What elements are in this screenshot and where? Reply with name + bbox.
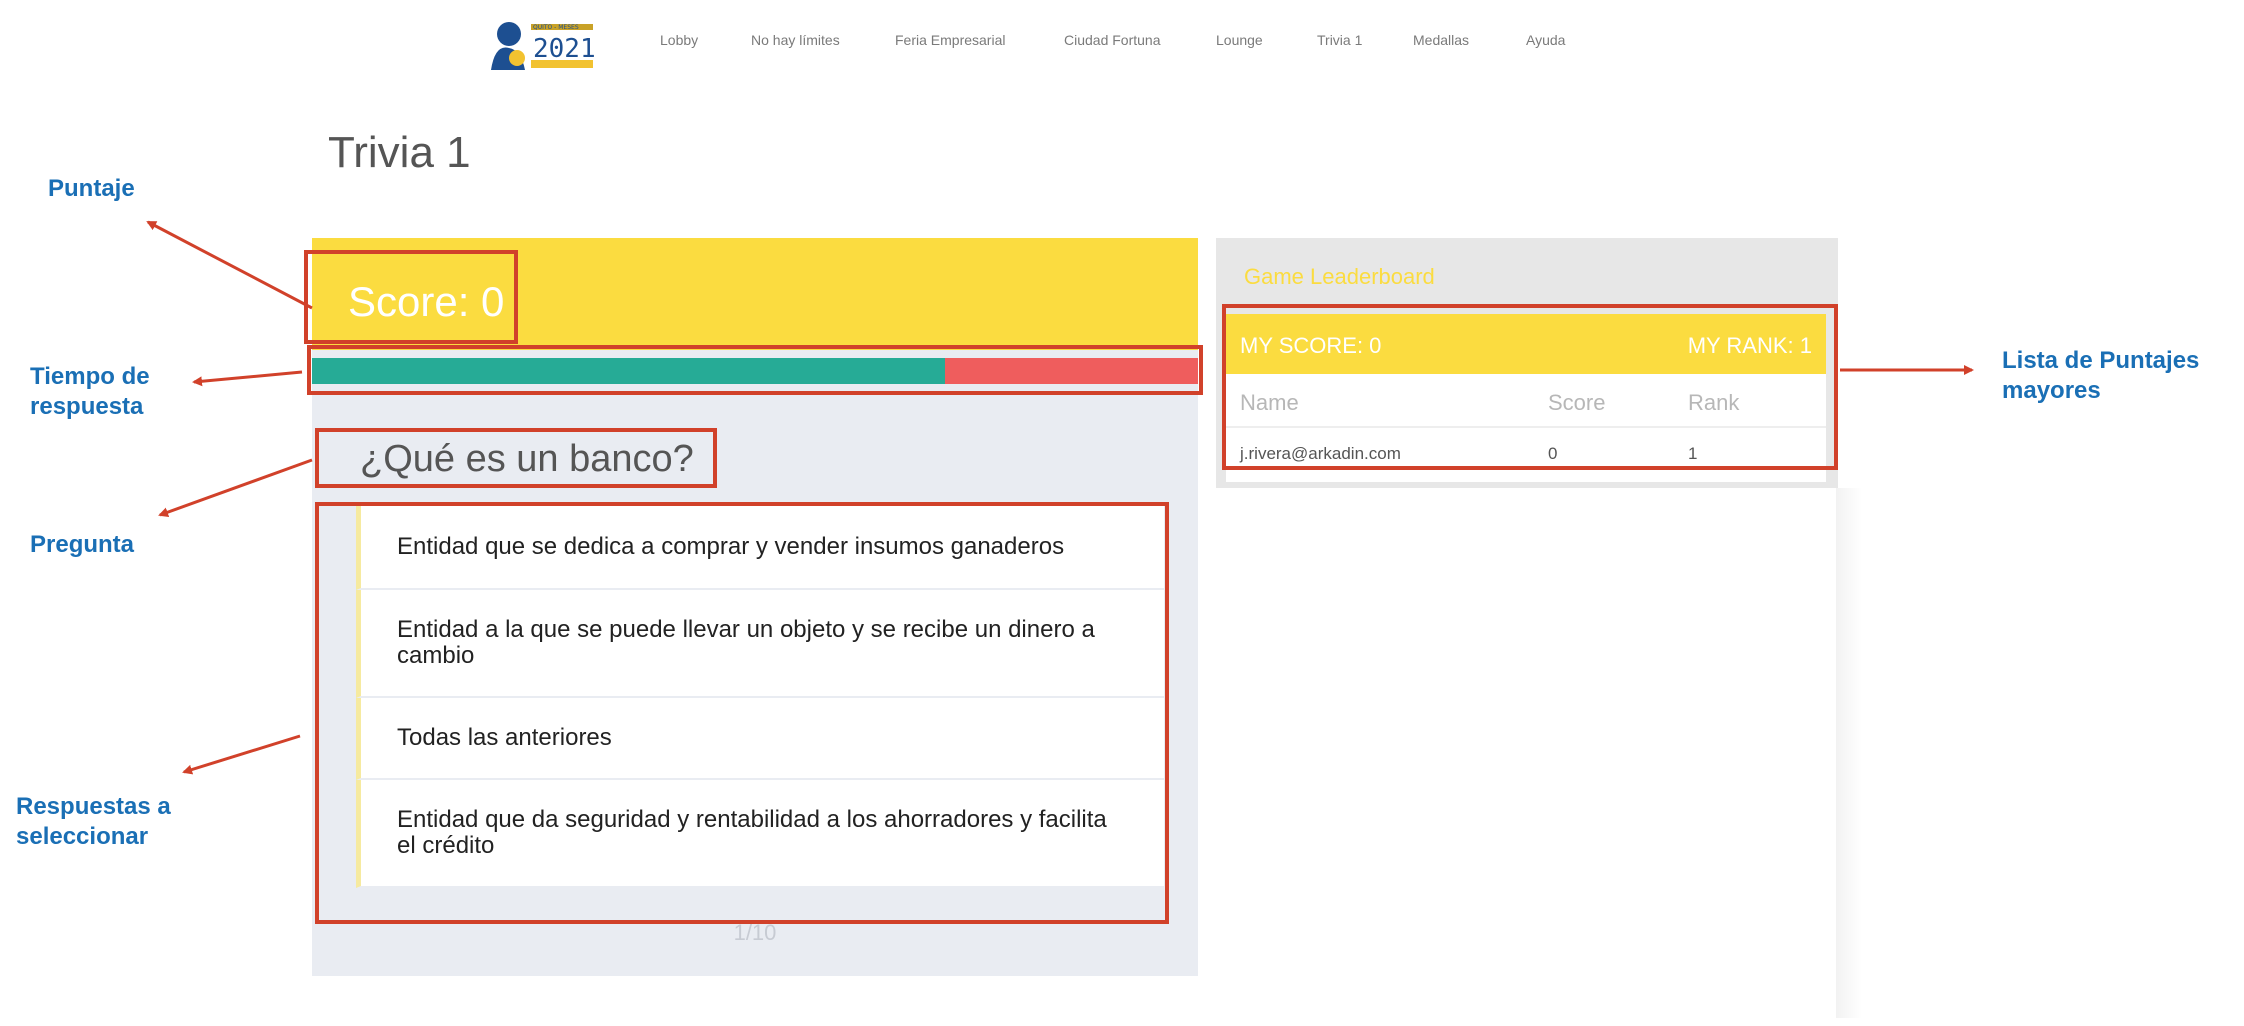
nav-item-lounge[interactable]: Lounge	[1216, 32, 1263, 48]
my-score-bar: MY SCORE: 0 MY RANK: 1	[1226, 314, 1826, 374]
nav-item-ciudad-fortuna[interactable]: Ciudad Fortuna	[1064, 32, 1161, 48]
nav-item-ayuda[interactable]: Ayuda	[1526, 32, 1565, 48]
player-name: j.rivera@arkadin.com	[1240, 444, 1401, 463]
answer-option[interactable]: Entidad que da seguridad y rentabilidad …	[356, 780, 1164, 888]
answer-option[interactable]: Entidad que se dedica a comprar y vender…	[356, 506, 1164, 590]
callout-lista-line-2: mayores	[2002, 377, 2101, 404]
nav-item-lobby[interactable]: Lobby	[660, 32, 698, 48]
answer-option[interactable]: Todas las anteriores	[356, 698, 1164, 780]
nav-item-trivia-1[interactable]: Trivia 1	[1317, 32, 1362, 48]
answer-timer-bar	[312, 358, 1198, 384]
my-score: MY SCORE: 0	[1240, 333, 1382, 358]
answer-option[interactable]: Entidad a la que se puede llevar un obje…	[356, 590, 1164, 698]
logo-year: 2021	[533, 34, 596, 64]
callout-respuestas-line-1: Respuestas a	[16, 793, 171, 820]
table-row: j.rivera@arkadin.com 0 1	[1226, 428, 1826, 480]
nav-item-feria-empresarial[interactable]: Feria Empresarial	[895, 32, 1005, 48]
game-leaderboard: Game Leaderboard MY SCORE: 0 MY RANK: 1 …	[1216, 238, 1838, 488]
callout-tiempo-line-2: respuesta	[30, 393, 144, 420]
callout-respuestas-line-2: seleccionar	[16, 823, 149, 850]
callout-pregunta-label: Pregunta	[30, 531, 135, 558]
callout-respuestas: Respuestas a seleccionar	[16, 792, 171, 852]
leaderboard-header-row: Name Score Rank	[1226, 374, 1826, 428]
player-rank: 1	[1688, 444, 1698, 463]
column-header-score: Score	[1548, 390, 1606, 415]
nav-item-no-hay-limites[interactable]: No hay límites	[751, 32, 840, 48]
arrow-respuestas	[182, 734, 301, 775]
leaderboard-table: Name Score Rank j.rivera@arkadin.com 0 1	[1226, 374, 1826, 482]
arrow-pregunta	[158, 458, 313, 517]
arrow-tiempo	[192, 370, 303, 387]
question-text: ¿Qué es un banco?	[360, 438, 694, 480]
callout-lista: Lista de Puntajes mayores	[2002, 346, 2199, 406]
logo-graphic: 2021 QUITO - MESES	[491, 22, 596, 70]
arrow-puntaje	[146, 220, 313, 310]
callout-puntaje: Puntaje	[48, 174, 135, 204]
player-score: 0	[1548, 444, 1558, 463]
answer-option-label: Entidad que da seguridad y rentabilidad …	[397, 806, 1107, 859]
answer-option-label: Entidad a la que se puede llevar un obje…	[397, 616, 1095, 669]
callout-puntaje-label: Puntaje	[48, 175, 135, 202]
my-rank: MY RANK: 1	[1687, 333, 1812, 358]
column-header-rank: Rank	[1688, 390, 1740, 415]
question-counter: 1/10	[733, 920, 777, 945]
event-logo[interactable]: 2021 QUITO - MESES	[487, 14, 597, 72]
answer-option-label: Entidad que se dedica a comprar y vender…	[397, 533, 1065, 560]
answer-timer-fill	[312, 358, 946, 384]
callout-lista-line-1: Lista de Puntajes	[2002, 347, 2200, 374]
logo-caption: QUITO - MESES	[533, 24, 579, 31]
page-title: Trivia 1	[328, 128, 471, 177]
callout-tiempo-line-1: Tiempo de	[30, 363, 150, 390]
nav-item-medallas[interactable]: Medallas	[1413, 32, 1469, 48]
leaderboard-title: Game Leaderboard	[1244, 264, 1435, 289]
answer-option-label: Todas las anteriores	[397, 724, 612, 751]
score-text: Score: 0	[348, 278, 505, 325]
answer-list: Entidad que se dedica a comprar y vender…	[356, 506, 1164, 888]
callout-tiempo: Tiempo de respuesta	[30, 362, 150, 422]
callout-pregunta: Pregunta	[30, 530, 134, 560]
score-header: Score: 0	[312, 238, 1198, 350]
trivia-card: Score: 0 ¿Qué es un banco? Entidad que s…	[312, 238, 1198, 976]
column-header-name: Name	[1240, 390, 1299, 415]
leaderboard-panel-edge	[1836, 488, 1862, 1018]
